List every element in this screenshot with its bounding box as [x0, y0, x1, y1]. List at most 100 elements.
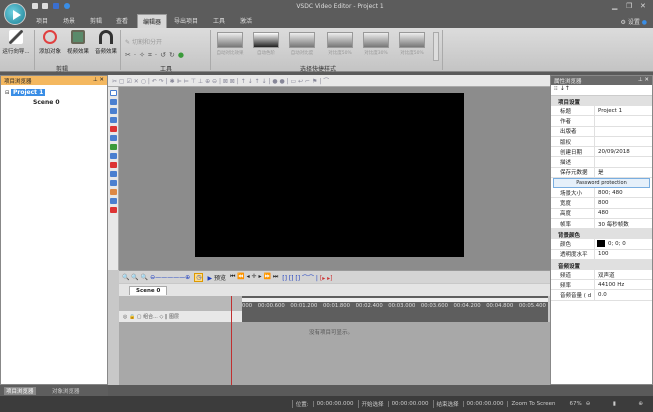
- property-row[interactable]: 颜色 0; 0; 0: [551, 239, 652, 250]
- property-row[interactable]: 频道 双声道: [551, 269, 652, 281]
- section-project[interactable]: 项目设置: [551, 96, 652, 106]
- password-protection-button[interactable]: Password protection: [553, 178, 650, 189]
- zoom-slider[interactable]: ▮: [594, 401, 634, 407]
- tab-export[interactable]: 导出项目: [174, 16, 198, 25]
- tab-project[interactable]: 项目: [36, 16, 48, 25]
- property-row[interactable]: 作者: [551, 116, 652, 127]
- pointer-icon[interactable]: [110, 90, 117, 96]
- settings-button[interactable]: ⚙ 设置 ●: [621, 17, 647, 26]
- save-icon[interactable]: [53, 3, 59, 9]
- property-row[interactable]: 高度 480: [551, 208, 652, 219]
- tab-object-explorer[interactable]: 对象浏览器: [52, 387, 80, 395]
- video-effects-button[interactable]: 视频效果: [64, 30, 92, 55]
- playhead[interactable]: [231, 296, 232, 385]
- add-tool-icon[interactable]: [110, 117, 117, 123]
- tool-icons[interactable]: ✂·✧⌗·↺↻●: [125, 51, 187, 60]
- sort-icons[interactable]: ⁝⁝ ↓↑: [551, 85, 652, 96]
- timeline-ruler[interactable]: 000 00:00.600 00:01.200 00:01.800 00:02.400 0…: [242, 296, 548, 322]
- property-row[interactable]: 标题 Project 1: [551, 106, 652, 117]
- timeline-tracks[interactable]: 没有项目可显示。: [119, 322, 550, 385]
- audio-effects-button[interactable]: 音频效果: [92, 30, 120, 55]
- tab-project-explorer[interactable]: 项目浏览器: [4, 387, 36, 395]
- minimize-button[interactable]: ▁: [612, 2, 617, 10]
- tree-item-scene[interactable]: Scene 0: [33, 99, 60, 106]
- property-value[interactable]: 44100 Hz: [595, 282, 624, 288]
- property-row[interactable]: 版权: [551, 136, 652, 148]
- property-value[interactable]: 0.0: [595, 292, 607, 298]
- property-row[interactable]: 音频音量 ( d 0.0: [551, 290, 652, 301]
- tab-editor[interactable]: 编辑器: [137, 14, 168, 28]
- add-tool-icon[interactable]: [110, 99, 117, 105]
- cut-split-button[interactable]: ✎ 切割和分开: [125, 37, 162, 46]
- property-row[interactable]: 透明度水平 100: [551, 249, 652, 260]
- pin-close-icons[interactable]: ⊥ ✕: [93, 77, 104, 83]
- property-row[interactable]: 出版者: [551, 126, 652, 137]
- object-toolbar[interactable]: [108, 87, 119, 270]
- property-row[interactable]: 保存元数据是: [551, 167, 652, 179]
- preview-button[interactable]: ▶ 预览: [207, 273, 226, 282]
- style-thumb[interactable]: [289, 32, 315, 48]
- style-thumb[interactable]: [399, 32, 425, 48]
- zoom-to-screen-button[interactable]: Zoom To Screen: [507, 401, 556, 407]
- tree-item-project[interactable]: Project 1: [11, 89, 46, 96]
- property-row[interactable]: 创建日期 20/09/2018: [551, 147, 652, 158]
- property-row[interactable]: 描述: [551, 157, 652, 168]
- property-value[interactable]: 100: [595, 251, 609, 257]
- add-tool-icon[interactable]: [110, 180, 117, 186]
- timeline-toolbar[interactable]: 🔍 🔍 🔍 ⊖—————⊕ ◷ ▶ 预览 ⏮ ⏪ ◂ ✛ ▸ ⏩ ⏭ [] []…: [119, 270, 550, 283]
- edit-toolbar[interactable]: ✂ ▢ ☑ ✕ ○ | ↶ ↷ | ✱ ⊫ ⊨ ⊤ ⊥ ⊕ ⊖ | ⊠ ⊠ | …: [108, 75, 550, 87]
- property-value[interactable]: 480: [595, 210, 609, 216]
- tab-scene[interactable]: 场景: [63, 16, 75, 25]
- add-tool-icon[interactable]: [110, 189, 117, 195]
- add-tool-icon[interactable]: [110, 144, 117, 150]
- add-object-button[interactable]: 添加对象: [36, 30, 64, 55]
- property-value[interactable]: 是: [595, 168, 604, 176]
- add-tool-icon[interactable]: [110, 207, 117, 213]
- property-value[interactable]: 800; 480: [595, 190, 623, 196]
- property-value[interactable]: 20/09/2018: [595, 149, 630, 155]
- property-value[interactable]: 0; 0; 0: [605, 241, 626, 247]
- property-value[interactable]: 800: [595, 200, 609, 206]
- zoom-icons[interactable]: 🔍 🔍 🔍 ⊖—————⊕: [122, 274, 190, 281]
- property-value[interactable]: 双声道: [595, 271, 615, 279]
- property-value[interactable]: Project 1: [595, 108, 622, 114]
- run-wizard-button[interactable]: 运行向导...: [2, 30, 30, 55]
- new-file-icon[interactable]: [42, 3, 48, 9]
- video-frame[interactable]: [195, 93, 464, 257]
- help-icon[interactable]: ●: [642, 19, 647, 26]
- add-tool-icon[interactable]: [110, 198, 117, 204]
- restore-button[interactable]: ❐: [626, 2, 632, 10]
- tab-edit[interactable]: 剪辑: [90, 16, 102, 25]
- zoom-out-icon[interactable]: ⊖: [586, 401, 591, 407]
- section-background[interactable]: 背景颜色: [551, 229, 652, 240]
- property-row[interactable]: 宽度 800: [551, 198, 652, 209]
- tab-scene-0[interactable]: Scene 0: [129, 286, 168, 295]
- add-tool-icon[interactable]: [110, 135, 117, 141]
- style-thumb[interactable]: [363, 32, 389, 48]
- style-thumb[interactable]: [217, 32, 243, 48]
- close-button[interactable]: ✕: [640, 2, 646, 10]
- playback-controls[interactable]: ⏮ ⏪ ◂ ✛ ▸ ⏩ ⏭: [230, 273, 278, 281]
- tab-view[interactable]: 查看: [116, 16, 128, 25]
- track-name[interactable]: 组合...: [143, 314, 158, 320]
- export-icon[interactable]: [64, 3, 70, 9]
- range-bar[interactable]: [242, 298, 548, 302]
- add-tool-icon[interactable]: [110, 108, 117, 114]
- color-swatch[interactable]: [597, 240, 605, 248]
- preview-canvas[interactable]: [119, 87, 550, 270]
- style-thumb[interactable]: [327, 32, 353, 48]
- home-icon[interactable]: [32, 3, 38, 9]
- tab-tools[interactable]: 工具: [213, 16, 225, 25]
- marker-icons[interactable]: [] [] [] ⌒⌒ | [▸ ▸]: [282, 273, 332, 282]
- property-row[interactable]: 场景大小 800; 480: [551, 188, 652, 199]
- add-tool-icon[interactable]: [110, 162, 117, 168]
- add-tool-icon[interactable]: [110, 171, 117, 177]
- add-tool-icon[interactable]: [110, 126, 117, 132]
- gallery-scroll[interactable]: [433, 32, 439, 61]
- add-tool-icon[interactable]: [110, 153, 117, 159]
- clock-icon[interactable]: ◷: [194, 272, 204, 282]
- app-logo[interactable]: [4, 3, 26, 25]
- property-value[interactable]: 30 每秒帧数: [595, 220, 629, 228]
- zoom-in-icon[interactable]: ⊕: [638, 401, 643, 407]
- tab-activate[interactable]: 激活: [240, 16, 252, 25]
